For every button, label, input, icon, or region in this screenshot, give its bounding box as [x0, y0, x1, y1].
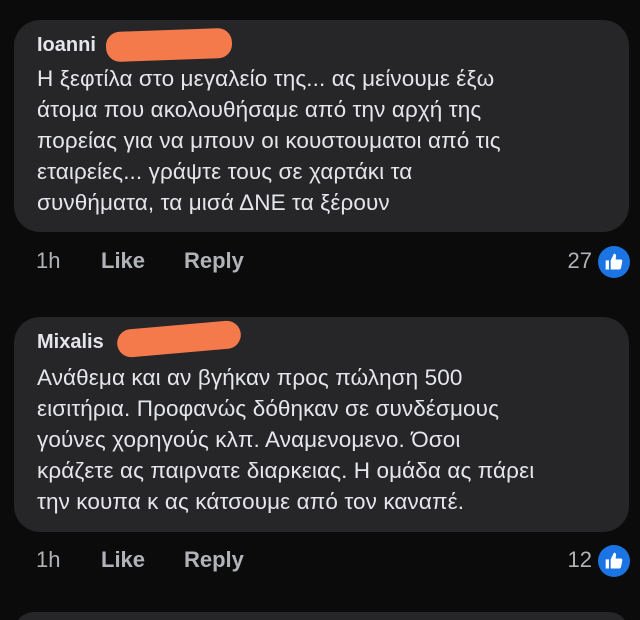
comment-timestamp[interactable]: 1h — [36, 547, 60, 573]
redaction-mark — [116, 319, 242, 359]
comment-actions: 1h Like Reply 27 — [36, 246, 630, 278]
comment-line: συνθήματα, τα μισά ΔΝΕ τα ξέρουν — [37, 190, 390, 215]
next-comment-bubble — [14, 612, 629, 620]
comment-line: πορείας για να μπουν οι κουστουματοι από… — [37, 128, 501, 153]
comment-bubble: Ioanni Η ξεφτίλα στο μεγαλείο της... ας … — [14, 20, 629, 232]
comment-line: Η ξεφτίλα στο μεγαλείο της... ας μείνουμ… — [37, 66, 495, 91]
comment-thread: Ioanni Η ξεφτίλα στο μεγαλείο της... ας … — [0, 0, 640, 620]
reaction-count[interactable]: 27 — [568, 248, 592, 274]
reply-button[interactable]: Reply — [184, 547, 244, 573]
comment-text: Ανάθεμα και αν βγήκαν προς πώληση 500 ει… — [37, 362, 597, 517]
comment-line: εισιτήρια. Προφανώς δόθηκαν σε συνδέσμου… — [37, 396, 500, 421]
comment-actions: 1h Like Reply 12 — [36, 545, 630, 577]
comment-line: γούνες χορηγούς κλπ. Αναμενομενο. Όσοι — [37, 427, 461, 452]
reply-button[interactable]: Reply — [184, 248, 244, 274]
comment-author-name[interactable]: Ioanni — [37, 34, 96, 57]
comment-line: άτομα που ακολουθήσαμε από την αρχή της — [37, 97, 482, 122]
thumbs-up-icon[interactable] — [598, 246, 630, 278]
redaction-mark — [105, 27, 233, 63]
like-button[interactable]: Like — [101, 547, 145, 573]
comment-line: Ανάθεμα και αν βγήκαν προς πώληση 500 — [37, 365, 463, 390]
comment-line: την κουπα κ ας κάτσουμε από τον καναπέ. — [37, 489, 465, 514]
comment-timestamp[interactable]: 1h — [36, 248, 60, 274]
comment-author-name[interactable]: Mixalis — [37, 331, 104, 354]
comment-text: Η ξεφτίλα στο μεγαλείο της... ας μείνουμ… — [37, 63, 597, 218]
comment-line: εταιρείες... γράψτε τους σε χαρτάκι τα — [37, 159, 413, 184]
thumbs-up-icon[interactable] — [598, 545, 630, 577]
comment-line: κράζετε ας παιρνατε διαρκειας. Η ομάδα α… — [37, 458, 535, 483]
comment-bubble: Mixalis Ανάθεμα και αν βγήκαν προς πώλησ… — [14, 317, 629, 532]
reaction-count[interactable]: 12 — [568, 547, 592, 573]
like-button[interactable]: Like — [101, 248, 145, 274]
